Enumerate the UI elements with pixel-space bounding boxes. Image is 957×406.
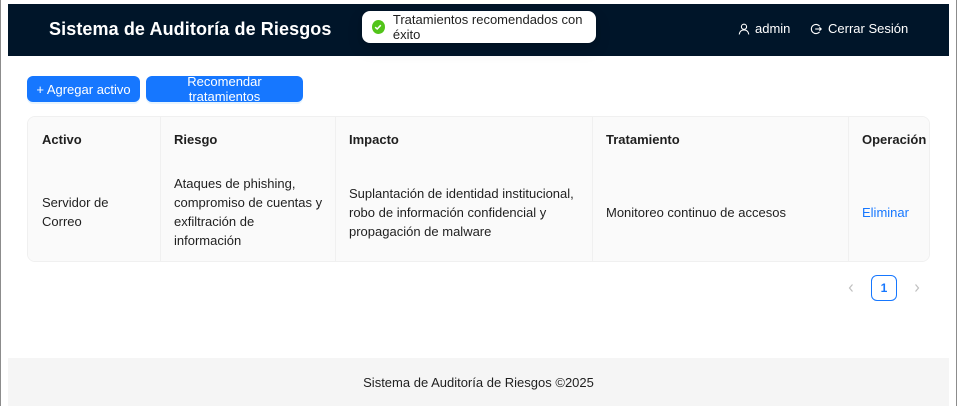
footer: Sistema de Auditoría de Riesgos ©2025 [8, 358, 949, 406]
cell-operacion: Eliminar [848, 162, 929, 261]
add-asset-button[interactable]: + Agregar activo [27, 76, 140, 102]
pagination-page-current[interactable]: 1 [871, 275, 897, 301]
logout-button[interactable]: Cerrar Sesión [810, 21, 908, 36]
toast-message: Tratamientos recomendados con éxito [392, 12, 583, 42]
column-header-impacto: Impacto [349, 132, 399, 147]
app-title: Sistema de Auditoría de Riesgos [49, 19, 332, 39]
cell-tratamiento: Monitoreo continuo de accesos [606, 204, 786, 220]
column-header-riesgo: Riesgo [174, 132, 218, 147]
cell-impacto: Suplantación de identidad institucional,… [349, 185, 574, 239]
chevron-right-icon [915, 284, 920, 292]
user-name: admin [755, 21, 791, 36]
table-row: Servidor de Correo Ataques de phishing, … [28, 162, 929, 261]
pagination-prev-button[interactable] [838, 275, 864, 301]
recommend-treatments-button[interactable]: Recomendar tratamientos [146, 74, 303, 104]
risk-table: Activo Riesgo Impacto Tratamiento Operac… [27, 116, 930, 262]
column-header-tratamiento: Tratamiento [606, 132, 680, 147]
cell-riesgo: Ataques de phishing, compromiso de cuent… [174, 176, 323, 248]
footer-text: Sistema de Auditoría de Riesgos ©2025 [363, 374, 594, 390]
check-circle-icon [372, 20, 385, 34]
logout-icon [810, 23, 822, 35]
column-header-operacion: Operación [862, 132, 927, 147]
user-menu[interactable]: admin [738, 21, 790, 36]
chevron-left-icon [848, 284, 853, 292]
delete-link[interactable]: Eliminar [862, 203, 909, 222]
pagination-next-button[interactable] [904, 275, 930, 301]
table-header: Activo Riesgo Impacto Tratamiento Operac… [28, 117, 929, 163]
success-toast: Tratamientos recomendados con éxito [362, 11, 596, 43]
column-header-activo: Activo [42, 132, 82, 147]
logout-label: Cerrar Sesión [828, 21, 909, 36]
user-icon [738, 23, 750, 35]
cell-activo: Servidor de Correo [42, 195, 109, 229]
